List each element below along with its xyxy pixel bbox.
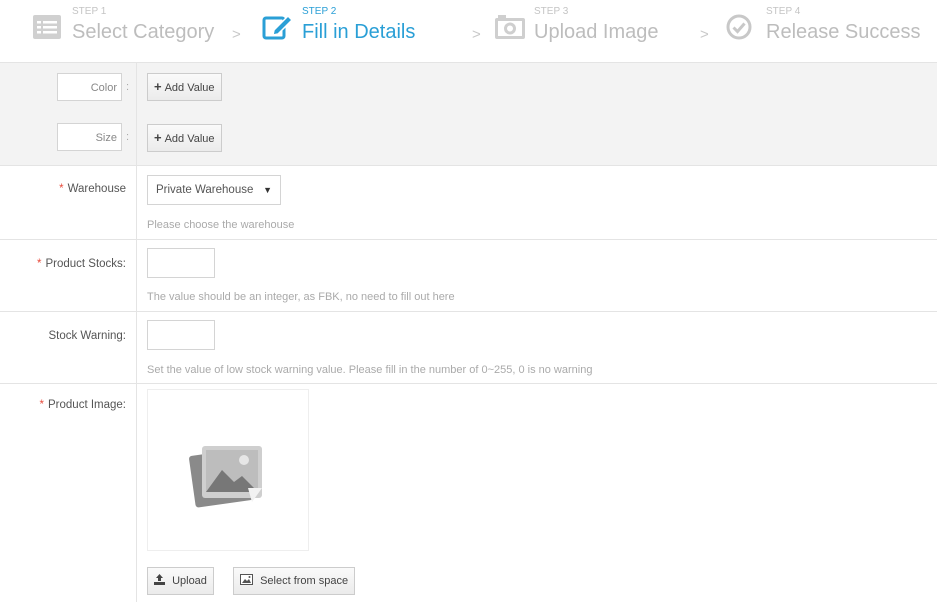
warehouse-hint: Please choose the warehouse [147, 219, 295, 231]
step-title: Fill in Details [302, 21, 416, 43]
color-add-value-button[interactable]: + Add Value [147, 73, 222, 101]
chevron-right-icon: > [232, 26, 241, 43]
stock-warning-input[interactable] [147, 320, 215, 350]
stock-warning-row: Stock Warning: Set the value of low stoc… [0, 311, 937, 384]
color-row: Color : + Add Value [0, 63, 937, 114]
step-number: STEP 1 [72, 6, 107, 17]
size-label-cell: Size : [0, 113, 137, 165]
step-number: STEP 3 [534, 6, 569, 17]
upload-icon [154, 574, 168, 587]
warehouse-selected-value: Private Warehouse [156, 184, 254, 196]
product-details-form: Color : + Add Value Size : + Add Value * Wa… [0, 62, 937, 602]
step-title: Select Category [72, 21, 215, 43]
product-stocks-label: * Product Stocks: [37, 258, 126, 270]
camera-icon [494, 14, 526, 43]
edit-icon [262, 12, 294, 45]
image-placeholder-icon [188, 438, 268, 513]
stock-warning-hint: Set the value of low stock warning value… [147, 364, 593, 376]
plus-icon: + [154, 79, 162, 94]
image-label-cell: * Product Image: [0, 383, 137, 602]
button-label: Select from space [260, 575, 349, 587]
button-label: Add Value [164, 82, 215, 94]
color-attribute-input[interactable]: Color [57, 73, 122, 101]
step-number: STEP 4 [766, 6, 801, 17]
warehouse-label-cell: * Warehouse [0, 165, 137, 239]
product-image-row: * Product Image: Upload Select from spac… [0, 383, 937, 602]
product-image-label: * Product Image: [40, 399, 126, 411]
required-mark: * [39, 399, 45, 411]
caret-down-icon: ▼ [263, 185, 272, 195]
product-stocks-hint: The value should be an integer, as FBK, … [147, 291, 455, 303]
label-text: Warehouse [67, 183, 126, 195]
size-row: Size : + Add Value [0, 113, 937, 166]
check-circle-icon [726, 14, 752, 43]
step-title: Upload Image [534, 21, 659, 43]
button-label: Upload [172, 575, 207, 587]
label-text: Product Stocks: [45, 258, 126, 270]
product-image-preview[interactable] [147, 389, 309, 551]
label-text: Product Image: [48, 399, 126, 411]
stocks-label-cell: * Product Stocks: [0, 239, 137, 311]
step-title: Release Success [766, 21, 921, 43]
progress-stepper: STEP 1 Select Category > STEP 2 Fill in … [0, 0, 937, 62]
stock-warning-label: Stock Warning: [48, 330, 126, 342]
picture-icon [240, 574, 256, 587]
chevron-right-icon: > [700, 26, 709, 43]
warning-label-cell: Stock Warning: [0, 311, 137, 383]
chevron-right-icon: > [472, 26, 481, 43]
required-mark: * [59, 183, 64, 195]
warehouse-select[interactable]: Private Warehouse ▼ [147, 175, 281, 205]
plus-icon: + [154, 130, 162, 145]
button-label: Add Value [164, 133, 215, 145]
list-card-icon [32, 14, 62, 43]
product-stocks-row: * Product Stocks: The value should be an … [0, 239, 937, 312]
colon: : [125, 131, 129, 143]
color-label-cell: Color : [0, 63, 137, 113]
select-from-space-button[interactable]: Select from space [233, 567, 356, 595]
warehouse-row: * Warehouse Private Warehouse ▼ Please ch… [0, 165, 937, 240]
colon: : [125, 81, 129, 93]
upload-button[interactable]: Upload [147, 567, 214, 595]
warehouse-label: * Warehouse [59, 183, 126, 195]
size-add-value-button[interactable]: + Add Value [147, 124, 222, 152]
required-mark: * [36, 258, 42, 270]
product-stocks-input[interactable] [147, 248, 215, 278]
step-number: STEP 2 [302, 6, 337, 17]
size-attribute-input[interactable]: Size [57, 123, 122, 151]
